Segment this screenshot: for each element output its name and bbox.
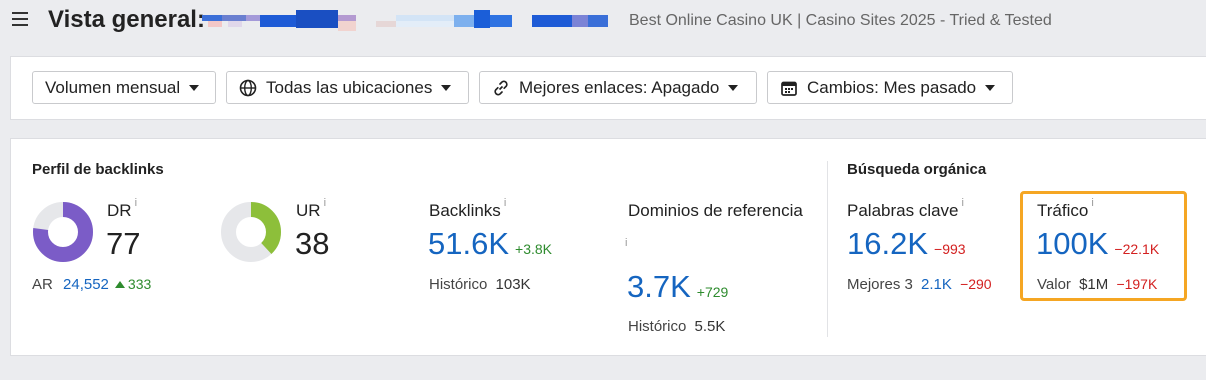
top3-row: Mejores 3 2.1K −290 (847, 276, 992, 293)
keywords-delta: −993 (934, 241, 966, 257)
page-subtitle: Best Online Casino UK | Casino Sites 202… (629, 12, 1052, 29)
dropdown-label: Todas las ubicaciones (266, 77, 433, 97)
info-icon: i (134, 197, 138, 209)
menu-icon[interactable] (12, 12, 28, 26)
filter-bar: Volumen mensual Todas las ubicaciones Me… (10, 56, 1206, 120)
globe-icon (239, 79, 257, 97)
dropdown-label: Volumen mensual (45, 77, 181, 97)
changes-dropdown[interactable]: Cambios: Mes pasado (767, 71, 1013, 104)
organic-search-title: Búsqueda orgánica (847, 161, 987, 178)
keywords-value[interactable]: 16.2K −993 (847, 226, 966, 262)
ar-value: 24,552 (63, 276, 109, 293)
info-icon: i (323, 197, 327, 209)
traffic-value[interactable]: 100K −22.1K (1036, 226, 1159, 262)
dr-value: 77 (106, 226, 141, 261)
info-icon: i (961, 197, 964, 209)
keywords-label: Palabras clave i (847, 197, 964, 220)
backlinks-label: Backlinks i (429, 197, 507, 220)
info-icon: i (625, 237, 628, 249)
ref-domains-label: Dominios de referencia (628, 201, 803, 220)
ref-domains-delta: +729 (696, 284, 729, 300)
overview-card: Perfil de backlinks DR i 77 AR 24,552 333 … (10, 138, 1206, 356)
dropdown-label: Mejores enlaces: Apagado (519, 77, 720, 97)
redacted-url (198, 10, 610, 32)
dr-donut-chart (33, 202, 93, 262)
dropdown-label: Cambios: Mes pasado (807, 77, 977, 97)
traffic-value-delta: −197K (1116, 276, 1158, 292)
up-arrow-icon (114, 281, 125, 288)
ur-label: UR i (296, 197, 327, 220)
ref-domains-historic: Histórico 5.5K (628, 318, 726, 335)
caret-down-icon (441, 84, 452, 91)
header: Vista general: Best Online Casino UK | C… (0, 0, 1206, 44)
section-divider (827, 161, 828, 337)
info-icon: i (1091, 197, 1094, 209)
traffic-delta: −22.1K (1114, 241, 1160, 257)
ur-donut-chart (221, 202, 281, 262)
caret-down-icon (985, 84, 996, 91)
link-icon (492, 79, 510, 97)
traffic-value-row: Valor $1M −197K (1037, 276, 1158, 293)
backlinks-value[interactable]: 51.6K +3.8K (428, 226, 552, 262)
top3-value: 2.1K (921, 276, 952, 293)
ar-row: AR 24,552 333 (32, 276, 152, 293)
caret-down-icon (189, 84, 200, 91)
ur-value: 38 (295, 226, 330, 261)
traffic-value-amount: $1M (1079, 276, 1109, 293)
locations-dropdown[interactable]: Todas las ubicaciones (226, 71, 469, 104)
backlinks-delta: +3.8K (515, 241, 552, 257)
top3-delta: −290 (960, 276, 992, 292)
ref-domains-value[interactable]: 3.7K +729 (627, 269, 728, 305)
monthly-volume-dropdown[interactable]: Volumen mensual (32, 71, 216, 104)
dr-label: DR i (107, 197, 138, 220)
page-title: Vista general: (48, 6, 205, 33)
traffic-label: Tráfico i (1037, 197, 1094, 220)
info-icon: i (503, 197, 507, 209)
best-links-dropdown[interactable]: Mejores enlaces: Apagado (479, 71, 757, 104)
caret-down-icon (728, 84, 739, 91)
backlinks-historic: Histórico 103K (429, 276, 531, 293)
ar-delta: 333 (127, 276, 152, 292)
backlink-profile-title: Perfil de backlinks (32, 161, 164, 178)
calendar-icon (780, 79, 798, 97)
